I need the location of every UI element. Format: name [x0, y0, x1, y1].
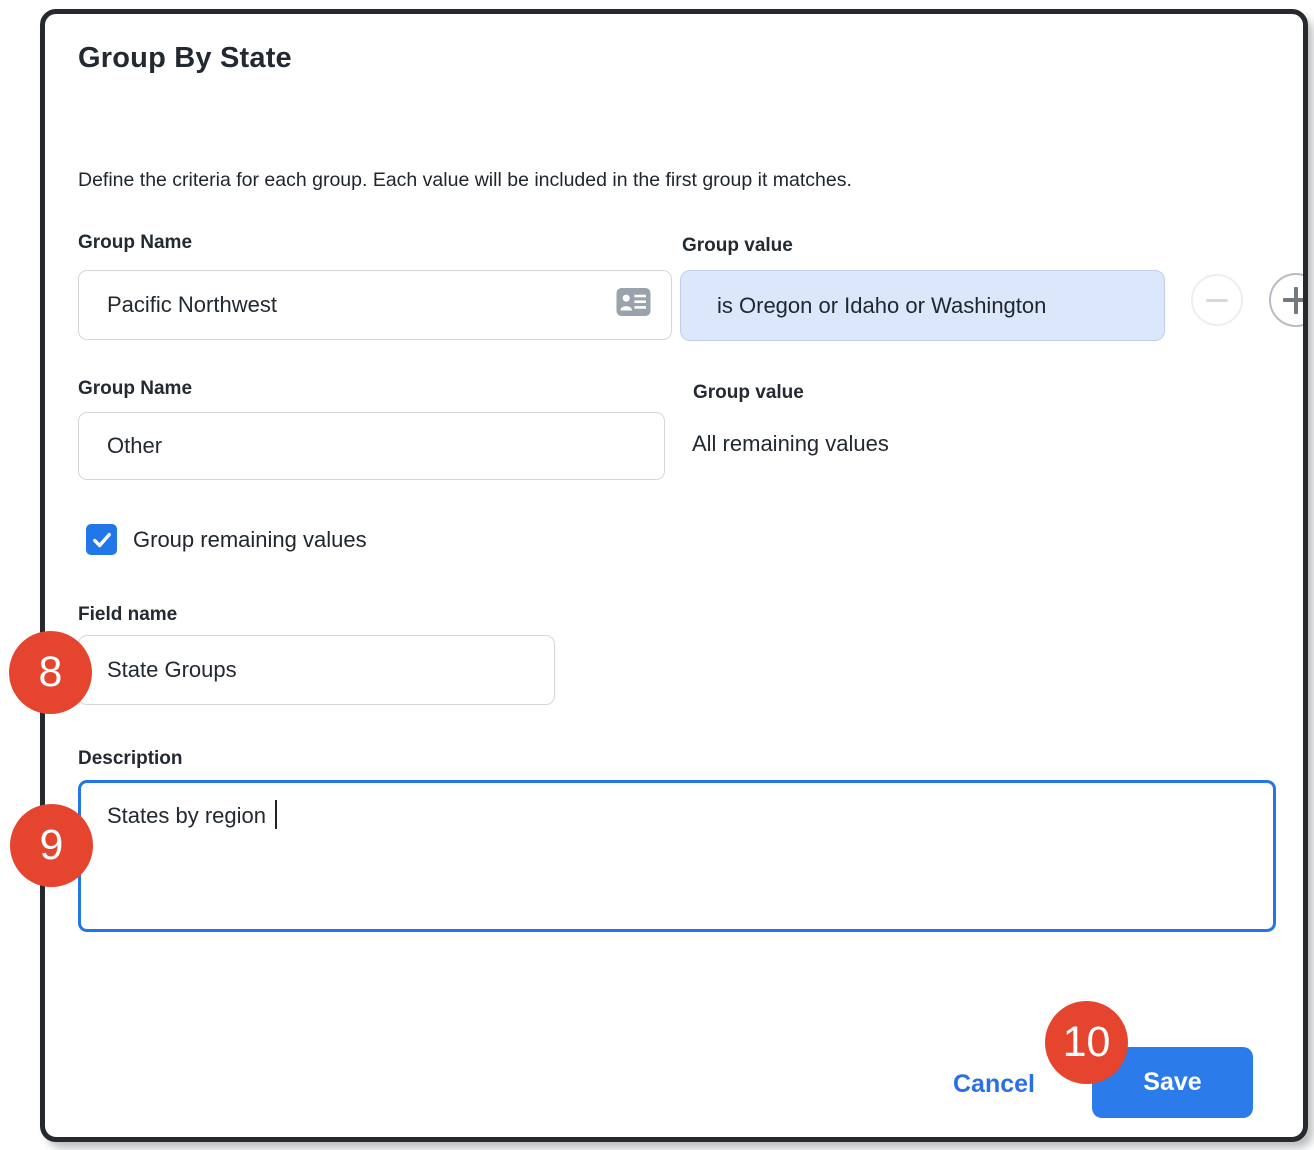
add-group-button[interactable] [1269, 273, 1308, 327]
step-badge-8: 8 [9, 631, 92, 714]
remove-group-button[interactable] [1191, 274, 1243, 326]
step-badge-9: 9 [10, 804, 93, 887]
dialog-title: Group By State [78, 42, 292, 75]
description-label: Description [78, 748, 183, 770]
plus-icon [1283, 287, 1309, 314]
group-name-input-1[interactable]: Pacific Northwest [78, 270, 672, 340]
group-value-chip[interactable]: is Oregon or Idaho or Washington [680, 270, 1165, 341]
contact-card-icon [616, 288, 651, 323]
group-name-input-2[interactable]: Other [78, 412, 665, 480]
group-name-value-1: Pacific Northwest [107, 292, 277, 318]
field-name-input[interactable]: State Groups [78, 635, 555, 705]
group-name-value-2: Other [107, 433, 162, 459]
group-remaining-values-row: Group remaining values [86, 524, 367, 555]
field-name-value: State Groups [107, 657, 237, 683]
group-value-label-1: Group value [682, 235, 793, 257]
minus-icon [1206, 299, 1228, 302]
field-name-label: Field name [78, 604, 177, 626]
description-textarea[interactable]: States by region [78, 780, 1276, 932]
group-remaining-checkbox-label: Group remaining values [133, 527, 367, 553]
group-name-label-2: Group Name [78, 378, 192, 400]
description-value: States by region [107, 803, 266, 828]
text-cursor [275, 800, 278, 829]
remaining-values-text: All remaining values [692, 431, 889, 457]
dialog-intro-text: Define the criteria for each group. Each… [78, 169, 852, 192]
group-by-state-dialog: Group By State Define the criteria for e… [40, 9, 1308, 1142]
group-name-label-1: Group Name [78, 232, 192, 254]
group-remaining-checkbox[interactable] [86, 524, 117, 555]
checkmark-icon [90, 528, 114, 552]
cancel-button[interactable]: Cancel [953, 1070, 1035, 1099]
group-value-chip-text: is Oregon or Idaho or Washington [717, 293, 1046, 319]
group-value-label-2: Group value [693, 382, 804, 404]
step-badge-10: 10 [1045, 1001, 1128, 1084]
